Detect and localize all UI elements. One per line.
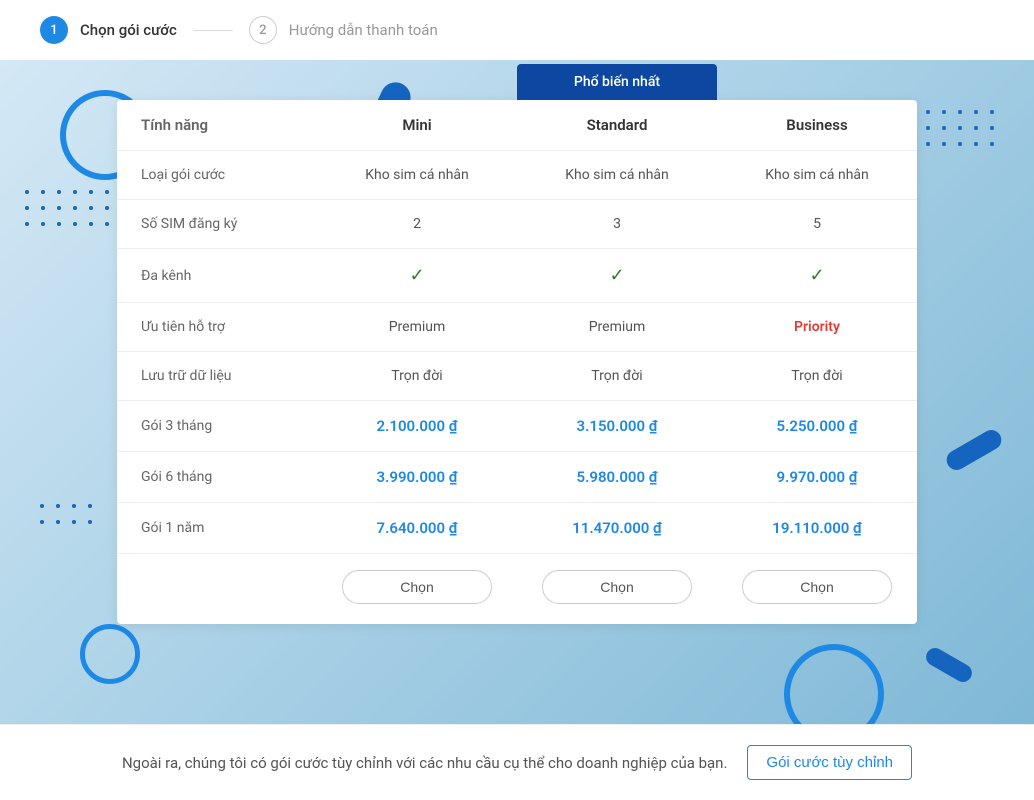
feature-value: 5.250.000 ₫ — [717, 401, 917, 452]
table-row: Số SIM đăng ký 2 3 5 — [117, 200, 917, 249]
table-row: Gói 1 năm 7.640.000 ₫ 11.470.000 ₫ 19.11… — [117, 503, 917, 554]
feature-value: Trọn đời — [517, 352, 717, 401]
table-row: Loại gói cước Kho sim cá nhân Kho sim cá… — [117, 151, 917, 200]
feature-value: Premium — [517, 303, 717, 352]
table-row: Chọn Chọn Chọn — [117, 554, 917, 625]
table-row: Lưu trữ dữ liệu Trọn đời Trọn đời Trọn đ… — [117, 352, 917, 401]
feature-label: Lưu trữ dữ liệu — [117, 352, 317, 401]
feature-value: 11.470.000 ₫ — [517, 503, 717, 554]
table-header-standard: Standard — [517, 100, 717, 151]
feature-value: 7.640.000 ₫ — [317, 503, 517, 554]
check-icon: ✓ — [409, 265, 424, 286]
table-header-business: Business — [717, 100, 917, 151]
feature-value: 5 — [717, 200, 917, 249]
footer-bar: Ngoài ra, chúng tôi có gói cước tùy chỉn… — [0, 724, 1034, 800]
feature-value: ✓ — [517, 249, 717, 303]
step-divider — [193, 30, 233, 31]
feature-value: 2 — [317, 200, 517, 249]
pricing-card: Phổ biến nhất Tính năng Mini Standard Bu… — [117, 100, 917, 624]
feature-label: Ưu tiên hỗ trợ — [117, 303, 317, 352]
price: 19.110.000 ₫ — [772, 519, 861, 537]
check-icon: ✓ — [809, 265, 824, 286]
feature-value: 9.970.000 ₫ — [717, 452, 917, 503]
step-payment-guide[interactable]: 2 Hướng dẫn thanh toán — [249, 16, 438, 44]
step-number-1: 1 — [40, 16, 68, 44]
decorative-dots — [40, 504, 92, 524]
step-number-2: 2 — [249, 16, 277, 44]
price: 2.100.000 ₫ — [377, 417, 458, 435]
feature-value: 3.990.000 ₫ — [317, 452, 517, 503]
select-mini-button[interactable]: Chọn — [342, 570, 492, 604]
feature-label: Số SIM đăng ký — [117, 200, 317, 249]
decorative-dots — [910, 110, 994, 146]
table-row: Gói 3 tháng 2.100.000 ₫ 3.150.000 ₫ 5.25… — [117, 401, 917, 452]
price: 11.470.000 ₫ — [572, 519, 661, 537]
feature-label: Gói 1 năm — [117, 503, 317, 554]
table-row: Đa kênh ✓ ✓ ✓ — [117, 249, 917, 303]
price: 3.990.000 ₫ — [377, 468, 458, 486]
price: 5.250.000 ₫ — [777, 417, 858, 435]
feature-label: Đa kênh — [117, 249, 317, 303]
feature-value: Premium — [317, 303, 517, 352]
price: 9.970.000 ₫ — [777, 468, 858, 486]
feature-value: Kho sim cá nhân — [717, 151, 917, 200]
pricing-table: Tính năng Mini Standard Business Loại gó… — [117, 100, 917, 624]
feature-label: Loại gói cước — [117, 151, 317, 200]
feature-value: 19.110.000 ₫ — [717, 503, 917, 554]
decorative-shape — [943, 426, 1005, 473]
custom-package-button[interactable]: Gói cước tùy chỉnh — [747, 745, 912, 780]
feature-value: Trọn đời — [717, 352, 917, 401]
step-label-2: Hướng dẫn thanh toán — [289, 21, 438, 39]
priority-label: Priority — [794, 319, 840, 335]
feature-value: ✓ — [717, 249, 917, 303]
stepper: 1 Chọn gói cước 2 Hướng dẫn thanh toán — [0, 0, 1034, 60]
feature-value: Trọn đời — [317, 352, 517, 401]
feature-value: 3.150.000 ₫ — [517, 401, 717, 452]
price: 5.980.000 ₫ — [577, 468, 658, 486]
feature-label: Gói 6 tháng — [117, 452, 317, 503]
hero-section: Phổ biến nhất Tính năng Mini Standard Bu… — [0, 60, 1034, 724]
step-label-1: Chọn gói cước — [80, 21, 177, 39]
feature-value: Kho sim cá nhân — [317, 151, 517, 200]
feature-value: 5.980.000 ₫ — [517, 452, 717, 503]
price: 7.640.000 ₫ — [377, 519, 458, 537]
table-row: Ưu tiên hỗ trợ Premium Premium Priority — [117, 303, 917, 352]
feature-value: ✓ — [317, 249, 517, 303]
select-business-button[interactable]: Chọn — [742, 570, 892, 604]
footer-text: Ngoài ra, chúng tôi có gói cước tùy chỉn… — [122, 754, 727, 772]
table-row: Gói 6 tháng 3.990.000 ₫ 5.980.000 ₫ 9.97… — [117, 452, 917, 503]
popular-badge: Phổ biến nhất — [517, 64, 717, 100]
check-icon: ✓ — [609, 265, 624, 286]
decorative-circle — [80, 624, 140, 684]
feature-label: Gói 3 tháng — [117, 401, 317, 452]
feature-value: 2.100.000 ₫ — [317, 401, 517, 452]
feature-value: Kho sim cá nhân — [517, 151, 717, 200]
decorative-dots — [25, 190, 109, 226]
step-choose-package[interactable]: 1 Chọn gói cước — [40, 16, 177, 44]
feature-value: Priority — [717, 303, 917, 352]
decorative-shape — [923, 645, 975, 686]
table-header-mini: Mini — [317, 100, 517, 151]
price: 3.150.000 ₫ — [577, 417, 658, 435]
feature-value: 3 — [517, 200, 717, 249]
decorative-circle — [784, 644, 884, 724]
select-standard-button[interactable]: Chọn — [542, 570, 692, 604]
table-header-features: Tính năng — [117, 100, 317, 151]
